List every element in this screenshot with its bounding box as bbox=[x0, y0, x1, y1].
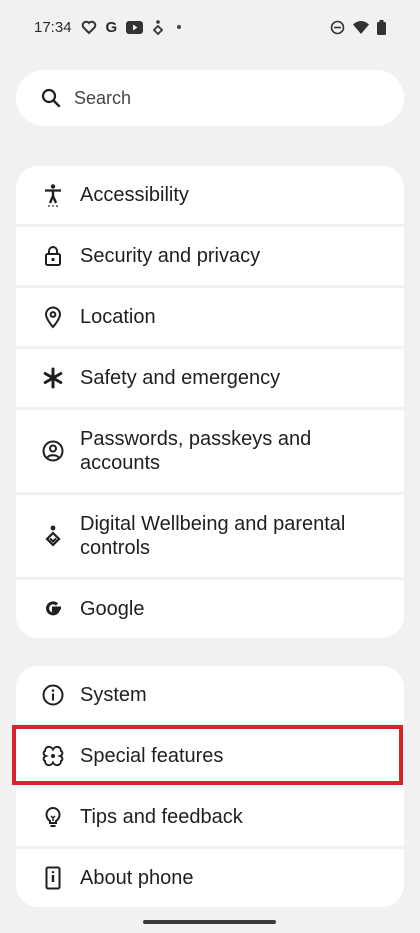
wellbeing-icon bbox=[152, 19, 164, 35]
settings-item-label: About phone bbox=[80, 867, 194, 889]
settings-item-label: Passwords, passkeys and accounts bbox=[80, 428, 312, 474]
youtube-icon bbox=[126, 20, 144, 34]
search-icon bbox=[40, 87, 62, 109]
settings-item-system[interactable]: System bbox=[16, 666, 404, 724]
navigation-handle[interactable] bbox=[143, 920, 276, 924]
google-g-icon: G bbox=[105, 18, 118, 36]
settings-item-label: Location bbox=[80, 306, 156, 328]
search-bar[interactable]: Search bbox=[16, 70, 404, 126]
settings-item-label: Digital Wellbeing and parental controls bbox=[80, 513, 346, 559]
settings-item-label: Security and privacy bbox=[80, 245, 261, 267]
lock-icon bbox=[41, 244, 65, 268]
settings-item-about-phone[interactable]: About phone bbox=[16, 849, 404, 907]
special-features-icon bbox=[41, 744, 65, 768]
settings-screen: 17:34 G Search Accessibility Security an… bbox=[0, 0, 420, 933]
settings-item-wellbeing[interactable]: Digital Wellbeing and parental controls bbox=[16, 495, 404, 577]
settings-item-passwords[interactable]: Passwords, passkeys and accounts bbox=[16, 410, 404, 492]
google-g-icon bbox=[41, 597, 65, 621]
accessibility-icon bbox=[41, 183, 65, 207]
settings-item-google[interactable]: Google bbox=[16, 580, 404, 638]
settings-item-location[interactable]: Location bbox=[16, 288, 404, 346]
settings-item-safety[interactable]: Safety and emergency bbox=[16, 349, 404, 407]
settings-item-tips[interactable]: Tips and feedback bbox=[16, 788, 404, 846]
phone-icon bbox=[41, 866, 65, 890]
status-bar: 17:34 G bbox=[0, 0, 420, 54]
status-right bbox=[330, 19, 386, 35]
settings-item-accessibility[interactable]: Accessibility bbox=[16, 166, 404, 224]
settings-item-label: Special features bbox=[80, 745, 224, 767]
settings-item-label: Tips and feedback bbox=[80, 806, 243, 828]
settings-group-system: System Special features Tips and feedbac… bbox=[16, 666, 404, 907]
info-icon bbox=[41, 683, 65, 707]
wifi-icon bbox=[353, 20, 369, 34]
settings-item-label: Google bbox=[80, 598, 145, 620]
account-circle-icon bbox=[41, 439, 65, 463]
lightbulb-icon bbox=[41, 805, 65, 829]
heart-chat-icon bbox=[81, 19, 97, 35]
settings-item-label: Safety and emergency bbox=[80, 367, 281, 389]
do-not-disturb-icon bbox=[330, 20, 345, 35]
battery-icon bbox=[377, 19, 386, 35]
wellbeing-icon bbox=[41, 524, 65, 548]
settings-group-main: Accessibility Security and privacy Locat… bbox=[16, 166, 404, 638]
settings-item-security[interactable]: Security and privacy bbox=[16, 227, 404, 285]
asterisk-icon bbox=[41, 366, 65, 390]
status-left: 17:34 G bbox=[34, 18, 182, 36]
search-label: Search bbox=[74, 87, 132, 108]
settings-item-label: System bbox=[80, 684, 147, 706]
location-pin-icon bbox=[41, 305, 65, 329]
more-dot-icon bbox=[177, 25, 182, 29]
settings-item-special-features[interactable]: Special features bbox=[16, 727, 404, 785]
status-time: 17:34 bbox=[34, 18, 72, 36]
settings-item-label: Accessibility bbox=[80, 184, 189, 206]
